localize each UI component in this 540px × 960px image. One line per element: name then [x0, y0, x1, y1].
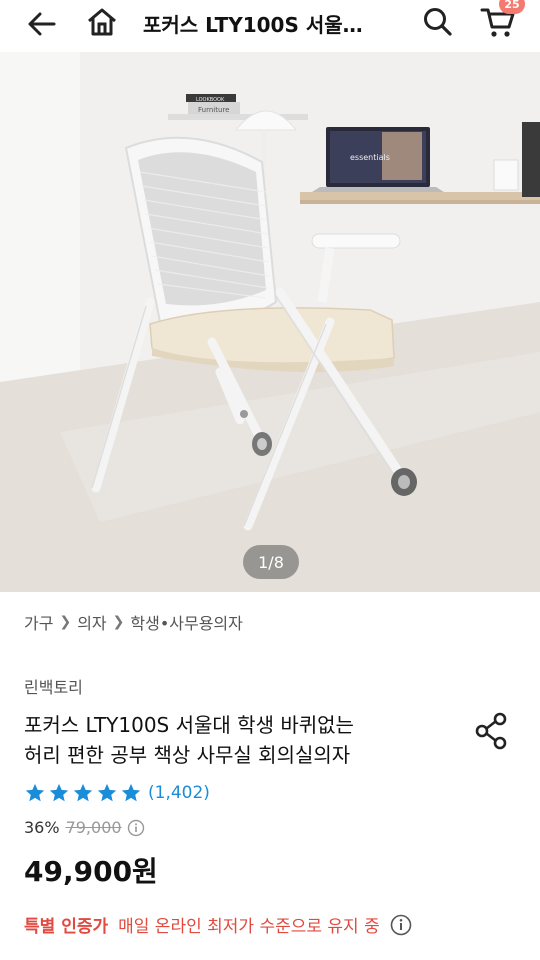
search-icon	[424, 8, 452, 36]
star-icon	[73, 783, 93, 802]
product-image-carousel[interactable]: LOOKBOOK Furniture essentials	[0, 52, 540, 592]
info-icon[interactable]	[390, 914, 412, 936]
top-app-bar: 포커스 LTY100S 서울… 25	[0, 0, 540, 48]
promo-badge: 특별 인증가	[24, 917, 109, 937]
book-spine-text: LOOKBOOK	[196, 97, 225, 103]
home-button[interactable]	[80, 0, 124, 44]
star-rating	[24, 782, 142, 804]
breadcrumb-item[interactable]: 학생•사무용의자	[130, 610, 242, 634]
info-icon[interactable]	[127, 819, 145, 837]
chevron-right-icon: ❯	[112, 614, 125, 630]
review-count[interactable]: (1,402)	[148, 783, 210, 803]
sale-price: 49,900원	[24, 855, 158, 888]
breadcrumb: 가구 ❯ 의자 ❯ 학생•사무용의자	[24, 610, 243, 634]
laptop-screen-text: essentials	[350, 153, 390, 162]
original-price: 79,000	[65, 818, 122, 837]
product-name-line-1: 포커스 LTY100S 서울대 학생 바퀴없는	[24, 713, 354, 737]
star-icon	[121, 783, 141, 802]
share-icon	[475, 712, 507, 750]
star-icon	[25, 783, 45, 802]
star-icon	[97, 783, 117, 802]
home-icon	[88, 8, 116, 36]
arrow-left-icon	[28, 12, 56, 36]
search-button[interactable]	[416, 0, 460, 44]
chevron-right-icon: ❯	[59, 614, 72, 630]
back-button[interactable]	[20, 2, 64, 46]
product-name-line-2: 허리 편한 공부 책상 사무실 회의실의자	[24, 743, 351, 767]
cart-count-badge: 25	[499, 0, 525, 14]
star-icon	[49, 783, 69, 802]
discount-rate: 36%	[24, 818, 60, 837]
page-title: 포커스 LTY100S 서울…	[143, 13, 363, 37]
product-photo: LOOKBOOK Furniture essentials	[0, 52, 540, 592]
breadcrumb-item[interactable]: 가구	[24, 610, 53, 634]
seller-name[interactable]: 린백토리	[24, 674, 83, 698]
discount-row: 36% 79,000	[24, 818, 145, 837]
promo-text: 매일 온라인 최저가 수준으로 유지 중	[118, 917, 380, 937]
rating-row[interactable]: (1,402)	[24, 782, 210, 804]
image-pager: 1/8	[243, 545, 299, 579]
product-name: 포커스 LTY100S 서울대 학생 바퀴없는 허리 편한 공부 책상 사무실 …	[24, 710, 444, 770]
breadcrumb-item[interactable]: 의자	[77, 610, 106, 634]
book-spine-text-2: Furniture	[198, 106, 229, 114]
promo-row: 특별 인증가 매일 온라인 최저가 수준으로 유지 중	[24, 912, 412, 937]
share-button[interactable]	[474, 712, 510, 750]
